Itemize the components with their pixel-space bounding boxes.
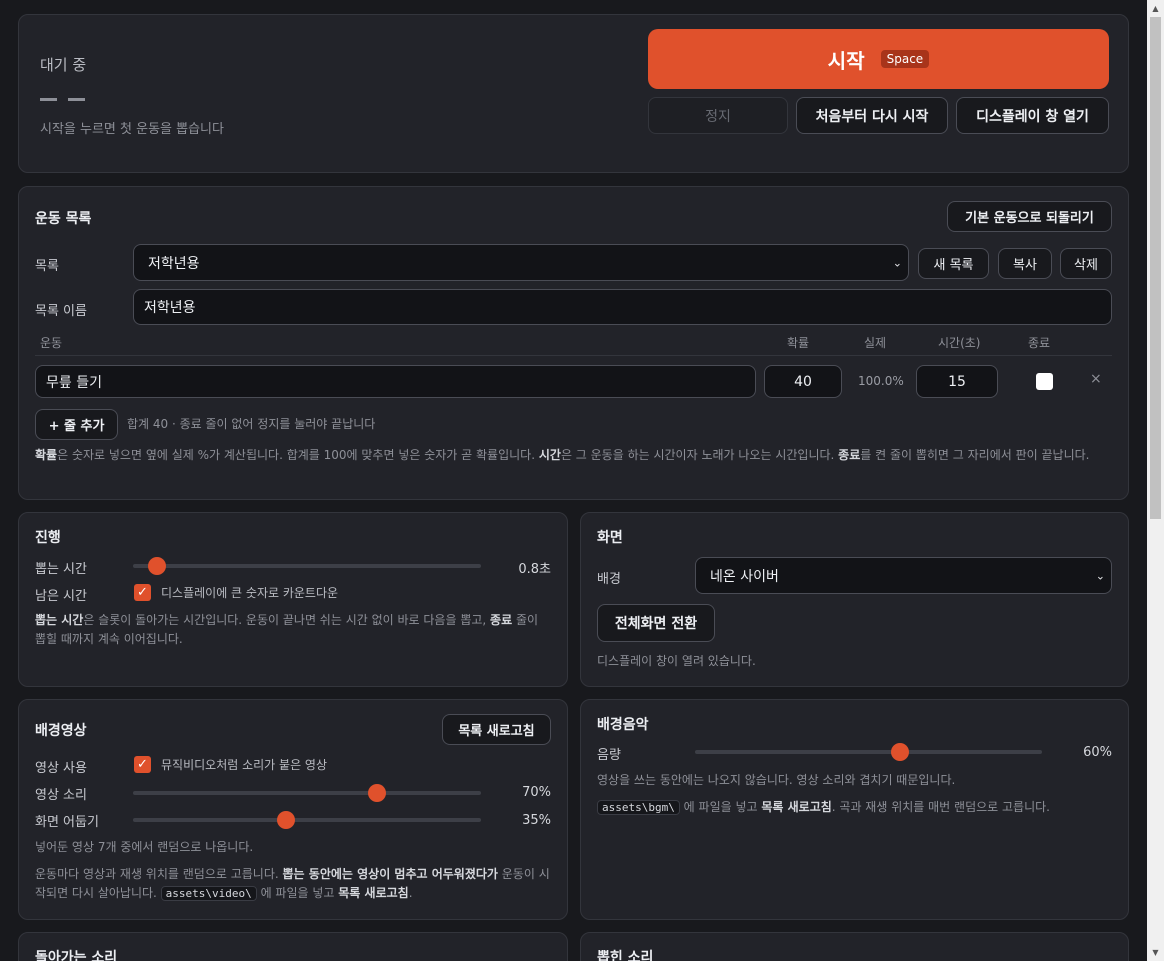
start-button[interactable]: 시작 Space <box>648 29 1109 89</box>
spin-sound-title: 돌아가는 소리 <box>35 950 118 961</box>
countdown-text: 디스플레이에 큰 숫자로 카운트다운 <box>161 586 339 600</box>
screen-card: 화면 배경 네온 사이버 ⌄ 전체화면 전환 디스플레이 창이 열려 있습니다. <box>580 512 1129 687</box>
picked-sound-title: 뽑힌 소리 <box>597 950 654 961</box>
page-scrollbar[interactable]: ▲ ▼ <box>1147 0 1164 961</box>
restart-button[interactable]: 처음부터 다시 시작 <box>796 97 948 134</box>
list-summary: 합계 40 · 종료 줄이 없어 정지를 눌러야 끝납니다 <box>127 417 376 431</box>
open-display-button[interactable]: 디스플레이 창 열기 <box>956 97 1109 134</box>
new-list-button[interactable]: 새 목록 <box>918 248 989 279</box>
header-exercise: 운동 <box>40 336 63 350</box>
actual-percent: 100.0% <box>858 374 904 388</box>
exercise-list-card: 운동 목록 기본 운동으로 되돌리기 목록 저학년용 ⌄ 새 목록 복사 삭제 … <box>18 186 1129 500</box>
video-volume-label: 영상 소리 <box>35 788 87 803</box>
chevron-down-icon: ⌄ <box>892 256 902 269</box>
progress-title: 진행 <box>35 530 61 546</box>
video-refresh-button[interactable]: 목록 새로고침 <box>442 714 551 745</box>
status-placeholder <box>40 98 85 101</box>
delete-list-button[interactable]: 삭제 <box>1060 248 1112 279</box>
chevron-down-icon: ⌄ <box>1095 569 1105 582</box>
start-label: 시작 <box>827 48 865 73</box>
music-note: 영상을 쓰는 동안에는 나오지 않습니다. 영상 소리와 겹치기 때문입니다. <box>597 773 956 787</box>
draw-time-value: 0.8초 <box>518 562 551 577</box>
spin-sound-card: 돌아가는 소리 <box>18 932 568 961</box>
header-end: 종료 <box>1028 336 1051 350</box>
status-hint: 시작을 누르면 첫 운동을 뽑습니다 <box>40 122 224 137</box>
dim-value: 35% <box>522 813 551 828</box>
video-use-checkbox[interactable]: ✓ <box>134 756 151 773</box>
screen-title: 화면 <box>597 530 623 546</box>
background-select-value: 네온 사이버 <box>710 568 779 585</box>
header-time: 시간(초) <box>938 336 981 350</box>
video-path: assets\video\ <box>160 886 257 901</box>
progress-help: 뽑는 시간은 슬롯이 돌아가는 시간입니다. 운동이 끝나면 쉬는 시간 없이 … <box>35 613 539 646</box>
list-name-label: 목록 이름 <box>35 304 87 319</box>
list-help: 확률은 숫자로 넣으면 옆에 실제 %가 계산됩니다. 합계를 100에 맞추면… <box>35 448 1090 462</box>
music-path: assets\bgm\ <box>597 800 680 815</box>
music-card: 배경음악 음량 60% 영상을 쓰는 동안에는 나오지 않습니다. 영상 소리와… <box>580 699 1129 920</box>
add-row-button[interactable]: + 줄 추가 <box>35 409 118 440</box>
start-shortcut-badge: Space <box>880 50 930 68</box>
list-select[interactable]: 저학년용 ⌄ <box>133 244 909 281</box>
slider-knob[interactable] <box>890 743 909 761</box>
probability-input[interactable]: 40 <box>764 365 842 398</box>
video-title: 배경영상 <box>35 723 87 739</box>
music-volume-value: 60% <box>1083 745 1112 760</box>
fullscreen-button[interactable]: 전체화면 전환 <box>597 604 715 642</box>
header-actual: 실제 <box>864 336 887 350</box>
exercise-list-title: 운동 목록 <box>35 211 92 227</box>
video-card: 배경영상 목록 새로고침 영상 사용 ✓ 뮤직비디오처럼 소리가 붙은 영상 영… <box>18 699 568 920</box>
exercise-name-input[interactable]: 무릎 들기 <box>35 365 756 398</box>
display-status: 디스플레이 창이 열려 있습니다. <box>597 654 756 668</box>
video-volume-slider[interactable] <box>133 784 481 802</box>
video-help: 운동마다 영상과 재생 위치를 랜덤으로 고릅니다. 뽑는 동안에는 영상이 멈… <box>35 867 550 901</box>
video-use-label: 영상 사용 <box>35 761 87 776</box>
video-count: 넣어둔 영상 7개 중에서 랜덤으로 나옵니다. <box>35 840 254 854</box>
copy-list-button[interactable]: 복사 <box>998 248 1052 279</box>
page: 대기 중 시작을 누르면 첫 운동을 뽑습니다 시작 Space 정지 처음부터… <box>0 0 1147 961</box>
header-prob: 확률 <box>787 336 810 350</box>
table-header: 운동 확률 실제 시간(초) 종료 <box>35 333 1112 356</box>
scroll-down-icon[interactable]: ▼ <box>1147 944 1164 961</box>
draw-time-slider[interactable] <box>133 557 481 575</box>
dim-label: 화면 어둡기 <box>35 815 99 830</box>
music-help: assets\bgm\ 에 파일을 넣고 목록 새로고침. 곡과 재생 위치를 … <box>597 798 1117 817</box>
music-title: 배경음악 <box>597 717 649 733</box>
list-select-value: 저학년용 <box>148 255 200 272</box>
status-state: 대기 중 <box>40 56 87 74</box>
music-volume-slider[interactable] <box>695 743 1042 761</box>
draw-time-label: 뽑는 시간 <box>35 562 87 577</box>
scrollbar-thumb[interactable] <box>1150 17 1161 519</box>
music-volume-label: 음량 <box>597 748 621 763</box>
background-label: 배경 <box>597 572 621 587</box>
table-row: 무릎 들기 40 100.0% 15 × <box>35 365 1112 399</box>
background-select[interactable]: 네온 사이버 ⌄ <box>695 557 1112 594</box>
remaining-time-label: 남은 시간 <box>35 589 87 604</box>
status-card: 대기 중 시작을 누르면 첫 운동을 뽑습니다 시작 Space 정지 처음부터… <box>18 14 1129 173</box>
video-use-text: 뮤직비디오처럼 소리가 붙은 영상 <box>161 758 328 772</box>
progress-card: 진행 뽑는 시간 0.8초 남은 시간 ✓ 디스플레이에 큰 숫자로 카운트다운… <box>18 512 568 687</box>
video-volume-value: 70% <box>522 785 551 800</box>
picked-sound-card: 뽑힌 소리 <box>580 932 1129 961</box>
list-name-input[interactable]: 저학년용 <box>133 289 1112 325</box>
remove-row-button[interactable]: × <box>1090 371 1102 387</box>
countdown-checkbox[interactable]: ✓ <box>134 584 151 601</box>
dim-slider[interactable] <box>133 811 481 829</box>
slider-knob[interactable] <box>148 557 167 575</box>
slider-knob[interactable] <box>277 811 296 829</box>
reset-default-button[interactable]: 기본 운동으로 되돌리기 <box>947 201 1112 232</box>
slider-knob[interactable] <box>367 784 386 802</box>
stop-button[interactable]: 정지 <box>648 97 788 134</box>
list-label: 목록 <box>35 259 59 274</box>
time-input[interactable]: 15 <box>916 365 998 398</box>
end-checkbox[interactable] <box>1036 373 1053 390</box>
scroll-up-icon[interactable]: ▲ <box>1147 0 1164 17</box>
